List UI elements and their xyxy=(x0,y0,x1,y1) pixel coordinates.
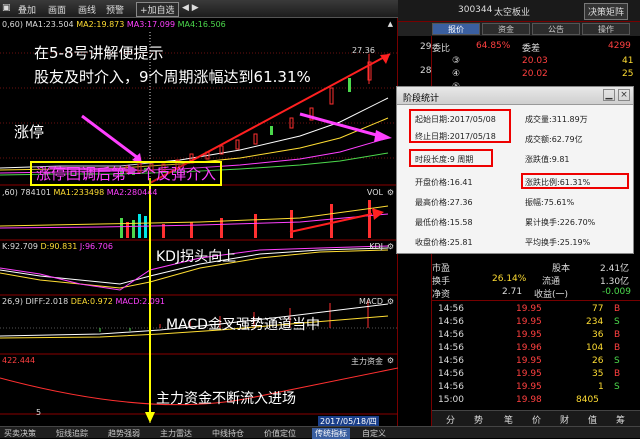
ask-row: ③ 20.03 41 xyxy=(452,56,634,66)
tick-row: 14:56 19.95 35 B xyxy=(438,369,621,379)
volume: 成交量:311.89万 xyxy=(525,115,588,124)
btab-short[interactable]: 短线追踪 xyxy=(56,428,88,439)
stat-row: 净资 2.71 收益(一) -0.009 xyxy=(432,287,632,300)
avg-turnover: 平均换手:25.19% xyxy=(525,238,591,247)
tick-row: 14:56 19.96 104 B xyxy=(438,343,621,353)
btab-traditional[interactable]: 传统指标 xyxy=(312,428,350,439)
toolbar-icon[interactable]: ▣ xyxy=(2,3,11,13)
dialog-titlebar: 阶段统计 ▁ × xyxy=(397,87,633,105)
footer-tab[interactable]: 分 xyxy=(446,413,455,426)
close-price: 收盘价格:25.81 xyxy=(415,238,473,247)
footer-tab[interactable]: 筹 xyxy=(616,413,625,426)
right-footer-tabs: 分 势 笔 价 财 值 筹 xyxy=(432,410,640,426)
change-value: 涨跌值:9.81 xyxy=(525,155,570,164)
start-date: 起始日期:2017/05/08 xyxy=(415,115,496,124)
open-price: 开盘价格:16.41 xyxy=(415,178,473,187)
stock-code: 300344 xyxy=(458,5,493,15)
ask-row: ④ 20.02 25 xyxy=(452,69,634,79)
kline-chart-area[interactable]: 0,60) MA1:23.504 MA2:19.873 MA3:17.099 M… xyxy=(0,18,398,427)
quote-ratio-row: 委比 64.85% 委差 4299 xyxy=(432,41,631,54)
kdj-indicator-name[interactable]: KDJ xyxy=(369,242,383,251)
btab-custom[interactable]: 自定义 xyxy=(362,428,386,439)
amount: 成交额:62.79亿 xyxy=(525,135,583,144)
tick-row: 14:56 19.95 36 B xyxy=(438,330,621,340)
tick-row: 14:56 19.95 1 S xyxy=(438,382,620,392)
minimize-icon[interactable]: ▁ xyxy=(603,89,615,101)
vol-header: ,60) 784101 MA1:233498 MA2:280444 xyxy=(2,188,158,197)
quote-tabs: 报价 资金 公告 操作 xyxy=(398,22,640,36)
high-price: 最高价格:27.36 xyxy=(415,198,473,207)
axis-tick: 29 xyxy=(420,42,432,52)
low-price: 最低价格:15.58 xyxy=(415,218,473,227)
footer-tab[interactable]: 笔 xyxy=(504,413,513,426)
footer-tab[interactable]: 价 xyxy=(532,413,541,426)
macd-indicator-name[interactable]: MACD xyxy=(359,297,383,306)
btab-decision[interactable]: 买卖决策 xyxy=(4,428,36,439)
annotation-rebound: 涨停回调后第一个反弹介入 xyxy=(30,161,223,186)
tab-operate[interactable]: 操作 xyxy=(582,23,630,35)
bottom-indicator-tabs: 买卖决策 短线追踪 趋势强弱 主力雷达 中线持仓 价值定位 传统指标 自定义 xyxy=(0,426,640,439)
btab-value[interactable]: 价值定位 xyxy=(264,428,296,439)
tab-notice[interactable]: 公告 xyxy=(532,23,580,35)
stat-row: 换手 26.14% 流通 1.30亿 xyxy=(432,274,630,287)
vol-settings-icon[interactable]: ⚙ xyxy=(387,188,394,197)
annotation-limit-up: 涨停 xyxy=(14,123,45,141)
vol-indicator-name[interactable]: VOL xyxy=(367,188,383,197)
macd-settings-icon[interactable]: ⚙ xyxy=(387,297,394,306)
close-icon[interactable]: × xyxy=(618,89,630,101)
tab-fund[interactable]: 资金 xyxy=(482,23,530,35)
add-favorite-button[interactable]: +加自选 xyxy=(136,2,179,17)
tick-row: 14:56 19.95 77 B xyxy=(438,304,621,314)
toolbar-screen[interactable]: 画面 xyxy=(48,3,66,16)
tick-row: 14:56 19.95 26 S xyxy=(438,356,620,366)
dialog-title: 阶段统计 xyxy=(403,94,440,104)
footer-tab[interactable]: 值 xyxy=(588,413,597,426)
toolbar-draw[interactable]: 画线 xyxy=(78,3,96,16)
change-pct: 涨跌比例:61.31% xyxy=(525,178,591,187)
annotation-kdj: KDJ拐头向上 xyxy=(156,249,237,265)
end-date: 终止日期:2017/05/18 xyxy=(415,132,496,141)
annotation-fund: 主力资金不断流入进场 xyxy=(156,391,296,407)
annotation-gain: 股友及时介入，9个周期涨幅达到61.31% xyxy=(34,68,311,86)
tab-quote[interactable]: 报价 xyxy=(432,23,480,35)
axis-tick: 28 xyxy=(420,66,432,76)
btab-trend[interactable]: 趋势强弱 xyxy=(108,428,140,439)
bottom-number: 5 xyxy=(36,408,42,417)
toolbar-alert[interactable]: 预警 xyxy=(106,3,124,16)
kdj-header: K:92.709 D:90.831 J:96.706 xyxy=(2,242,113,251)
cum-turnover: 累计换手:226.70% xyxy=(525,218,596,227)
footer-tab[interactable]: 势 xyxy=(474,413,483,426)
stock-name: 太空板业 xyxy=(494,8,531,18)
annotation-hint: 在5-8号讲解便提示 xyxy=(34,44,164,62)
fund-indicator-name[interactable]: 主力资金 xyxy=(351,356,383,367)
fund-settings-icon[interactable]: ⚙ xyxy=(387,356,394,365)
stat-row: 市盈 股本 2.41亿 xyxy=(432,264,630,274)
toolbar-overlay[interactable]: 叠加 xyxy=(18,3,36,16)
tick-row: 15:00 19.98 8405 xyxy=(438,395,599,405)
period-length: 时段长度:9 周期 xyxy=(415,155,474,164)
btab-mid[interactable]: 中线持仓 xyxy=(212,428,244,439)
amplitude: 振幅:75.61% xyxy=(525,198,575,207)
annotation-macd: MACD金叉强势通道当中 xyxy=(166,317,320,333)
stage-stats-dialog: 阶段统计 ▁ × 起始日期:2017/05/08 终止日期:2017/05/18… xyxy=(396,86,634,254)
nav-arrows[interactable]: ◀ ▶ xyxy=(182,3,199,13)
macd-header: 26,9) DIFF:2.018 DEA:0.972 MACD:2.091 xyxy=(2,297,166,306)
footer-tab[interactable]: 财 xyxy=(560,413,569,426)
price-high-label: 27.36 xyxy=(352,46,375,55)
kdj-settings-icon[interactable]: ⚙ xyxy=(387,242,394,251)
decision-matrix-button[interactable]: 决策矩阵 xyxy=(584,3,629,20)
btab-radar[interactable]: 主力雷达 xyxy=(160,428,192,439)
tick-row: 14:56 19.95 234 S xyxy=(438,317,620,327)
fund-value: 422.444 xyxy=(2,356,36,365)
stock-header: 300344 太空板业 决策矩阵 xyxy=(398,0,640,22)
